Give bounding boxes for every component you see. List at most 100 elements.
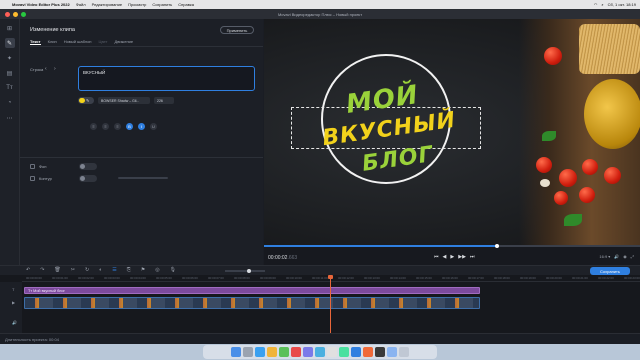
- panel-tabs: Текст Клип Новый шаблон Цвет Движение: [30, 39, 133, 45]
- menu-file[interactable]: Файл: [76, 2, 86, 7]
- font-select[interactable]: BOWSER Shadw – Gil...: [98, 97, 150, 104]
- calendar-icon[interactable]: [291, 347, 301, 357]
- outline-toggle[interactable]: [79, 175, 97, 182]
- tomato-image: [536, 157, 552, 173]
- title-clip[interactable]: Tт Мой вкусный блог: [24, 287, 480, 294]
- cut-icon[interactable]: ✂: [71, 267, 75, 273]
- duplicate-icon[interactable]: ⎘: [127, 267, 131, 273]
- filters-icon[interactable]: ✦: [5, 53, 15, 63]
- bold-button[interactable]: B: [126, 123, 133, 130]
- italic-button[interactable]: I: [138, 123, 145, 130]
- app-store-icon[interactable]: [315, 347, 325, 357]
- outline-width-slider[interactable]: [118, 177, 168, 179]
- titles-icon[interactable]: Tт: [5, 83, 15, 93]
- video-preview[interactable]: МОЙ ВКУСНЫЙ БЛОГ: [264, 19, 640, 245]
- line-nav-arrows[interactable]: ‹ ›: [45, 66, 59, 72]
- app-icon[interactable]: [327, 347, 337, 357]
- tomato-image: [544, 47, 562, 65]
- background-checkbox[interactable]: [30, 164, 35, 169]
- fullscreen-icon[interactable]: ⤢: [631, 254, 634, 259]
- timeline-zoom-slider[interactable]: [225, 269, 265, 273]
- ruler-tick: 00:00:18:00: [494, 276, 510, 280]
- play-icon[interactable]: ▶: [450, 254, 454, 260]
- macos-dock: [203, 345, 437, 359]
- ruler-tick: 00:00:23:00: [624, 276, 640, 280]
- menu-save[interactable]: Сохранить: [152, 2, 172, 7]
- microphone-icon[interactable]: 🎙: [170, 267, 176, 273]
- stickers-icon[interactable]: ◔: [5, 98, 15, 108]
- ruler-tick: 00:00:15:00: [416, 276, 432, 280]
- redo-icon[interactable]: ↷: [40, 267, 44, 273]
- trash-icon[interactable]: [399, 347, 409, 357]
- ruler-tick: 00:00:02:00: [78, 276, 94, 280]
- outline-checkbox[interactable]: [30, 176, 35, 181]
- app-icon[interactable]: [267, 347, 277, 357]
- tab-clip[interactable]: Клип: [48, 39, 57, 45]
- import-icon[interactable]: ⊞: [5, 23, 15, 33]
- ruler-tick: 00:00:14:00: [390, 276, 406, 280]
- background-toggle[interactable]: [79, 163, 97, 170]
- ruler-tick: 00:00:00:00: [26, 276, 42, 280]
- rotate-icon[interactable]: ↻: [85, 267, 89, 273]
- timeline[interactable]: 00:00:00:00 00:00:01:00 00:00:02:00 00:00:0…: [0, 275, 640, 333]
- text-input[interactable]: ВКУСНЫЙ: [78, 66, 255, 91]
- tab-motion[interactable]: Движение: [114, 39, 133, 45]
- app-icon[interactable]: [363, 347, 373, 357]
- skip-forward-icon[interactable]: ⏭: [470, 254, 475, 260]
- font-size-select[interactable]: 226: [154, 97, 174, 104]
- align-center-button[interactable]: ≡: [102, 123, 109, 130]
- clip-properties-icon[interactable]: ☰: [112, 267, 116, 273]
- olive-oil-image: [584, 79, 640, 149]
- skip-back-icon[interactable]: ⏮: [434, 254, 439, 260]
- underline-button[interactable]: U: [150, 123, 157, 130]
- record-icon[interactable]: ◎: [155, 267, 159, 273]
- undo-icon[interactable]: ↶: [26, 267, 30, 273]
- safari-icon[interactable]: [255, 347, 265, 357]
- menubar-clock[interactable]: Сб, 1 окт. 18:19: [608, 2, 636, 7]
- snapshot-icon[interactable]: ◉: [623, 254, 627, 259]
- terminal-icon[interactable]: [375, 347, 385, 357]
- tab-text[interactable]: Текст: [30, 39, 41, 45]
- zoom-knob[interactable]: [247, 269, 251, 273]
- video-clip[interactable]: [24, 297, 480, 309]
- timecode: 00:00:02.663: [268, 255, 297, 261]
- menu-edit[interactable]: Редактирование: [92, 2, 122, 7]
- menubar-app-name[interactable]: Movavi Video Editor Plus 2022: [12, 2, 70, 7]
- wifi-icon[interactable]: ◠: [594, 2, 598, 7]
- timeline-tools: ↶ ↷ 🗑 ✂ ↻ ◐ ☰ ⎘ ⚑ ◎ 🎙: [26, 267, 176, 273]
- aspect-ratio-select[interactable]: 16:9 ▾: [599, 254, 610, 259]
- movavi-icon[interactable]: [351, 347, 361, 357]
- playhead[interactable]: [328, 275, 333, 333]
- transitions-icon[interactable]: ▤: [5, 68, 15, 78]
- app-icon[interactable]: [303, 347, 313, 357]
- save-button[interactable]: Сохранить: [590, 267, 630, 275]
- launchpad-icon[interactable]: [243, 347, 253, 357]
- progress-knob[interactable]: [495, 244, 500, 248]
- menu-view[interactable]: Просмотр: [128, 2, 146, 7]
- more-tools-icon[interactable]: ⋯: [5, 113, 15, 123]
- volume-icon[interactable]: 🔊: [614, 254, 619, 259]
- app-icon[interactable]: [387, 347, 397, 357]
- marker-icon[interactable]: ⚑: [141, 267, 145, 273]
- pasta-image: [579, 24, 640, 74]
- search-icon[interactable]: ⌕: [601, 2, 603, 7]
- line-label: Строка: [30, 67, 44, 72]
- tab-new-template[interactable]: Новый шаблон: [64, 39, 92, 45]
- step-back-icon[interactable]: ◀: [443, 254, 447, 260]
- playback-progress[interactable]: [264, 244, 640, 248]
- finder-icon[interactable]: [231, 347, 241, 357]
- pen-icon[interactable]: ✎: [4, 38, 15, 48]
- align-right-button[interactable]: ≡: [114, 123, 121, 130]
- ruler-tick: 00:00:09:00: [260, 276, 276, 280]
- delete-icon[interactable]: 🗑: [54, 267, 60, 273]
- messages-icon[interactable]: [279, 347, 289, 357]
- apply-button[interactable]: Применить: [220, 26, 254, 34]
- basil-leaf-image: [542, 131, 556, 141]
- step-forward-icon[interactable]: ▶▶: [458, 254, 466, 260]
- text-color-picker[interactable]: ✎: [78, 97, 94, 104]
- menu-help[interactable]: Справка: [178, 2, 194, 7]
- outline-option: Контур: [30, 175, 97, 182]
- align-left-button[interactable]: ≡: [90, 123, 97, 130]
- color-adjust-icon[interactable]: ◐: [99, 267, 102, 273]
- app-icon[interactable]: [339, 347, 349, 357]
